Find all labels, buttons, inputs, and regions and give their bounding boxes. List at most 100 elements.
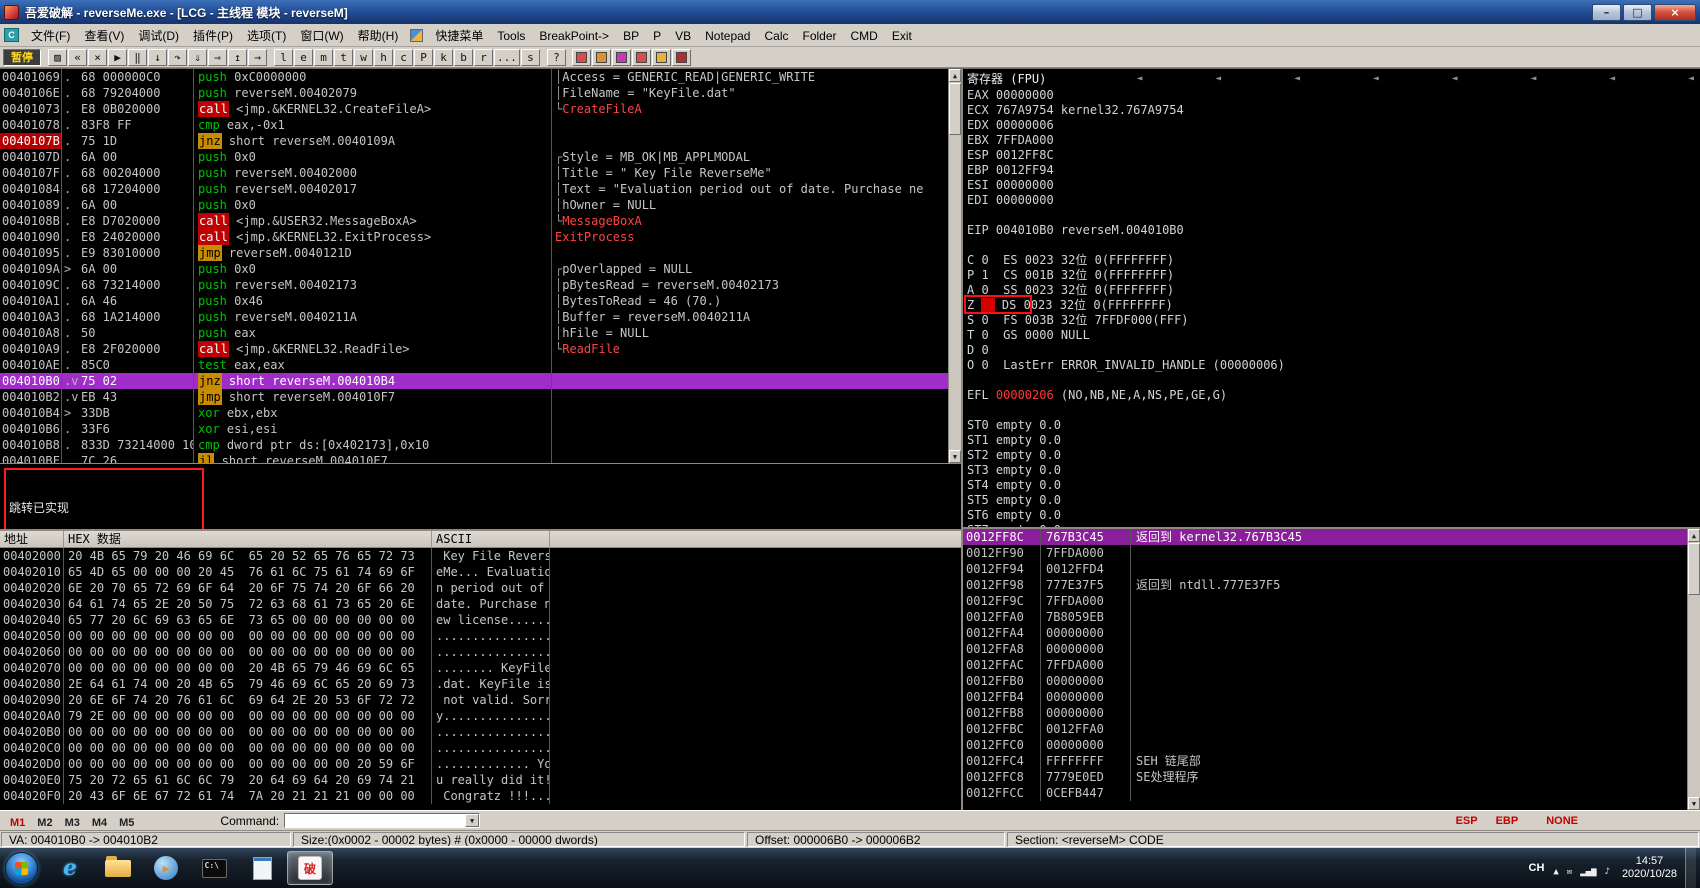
taskbar-app-text-editor[interactable]	[239, 851, 285, 885]
register-line[interactable]: ST1 empty 0.0	[967, 433, 1700, 448]
register-line[interactable]: ST5 empty 0.0	[967, 493, 1700, 508]
disasm-row[interactable]: 004010A3.68 1A214000push reverseM.004021…	[0, 309, 948, 325]
menu-item[interactable]: CMD	[844, 27, 885, 45]
dump-row[interactable]: 0040207000 00 00 00 00 00 00 00 20 4B 65…	[0, 660, 961, 676]
dump-row[interactable]: 004020D000 00 00 00 00 00 00 00 00 00 00…	[0, 756, 961, 772]
memory-tab-m5[interactable]: M5	[113, 817, 140, 829]
memory-tab-m2[interactable]: M2	[31, 817, 58, 829]
menu-item[interactable]: Tools	[490, 27, 532, 45]
stack-row[interactable]: 0012FFC4FFFFFFFFSEH 链尾部	[963, 753, 1687, 769]
dump-header-address[interactable]: 地址	[0, 531, 64, 547]
dump-row[interactable]: 0040206000 00 00 00 00 00 00 00 00 00 00…	[0, 644, 961, 660]
menu-item[interactable]: 插件(P)	[186, 25, 240, 46]
register-line[interactable]: ST0 empty 0.0	[967, 418, 1700, 433]
stack-row[interactable]: 0012FFCC0CEFB447	[963, 785, 1687, 801]
scroll-up-icon[interactable]: ▲	[1688, 529, 1700, 542]
stack-row[interactable]: 0012FFB000000000	[963, 673, 1687, 689]
dump-row[interactable]: 0040205000 00 00 00 00 00 00 00 00 00 00…	[0, 628, 961, 644]
menu-item[interactable]: Folder	[796, 27, 844, 45]
stack-row[interactable]: 0012FFAC7FFDA000	[963, 657, 1687, 673]
register-line[interactable]: ESP 0012FF8C	[967, 148, 1700, 163]
stack-row[interactable]: 0012FFBC0012FFA0	[963, 721, 1687, 737]
toolbar-plugin-button-1[interactable]	[572, 49, 591, 66]
menu-item[interactable]: 快捷菜单	[428, 25, 490, 46]
disasm-row[interactable]: 004010A9.E8 2F020000call <jmp.&KERNEL32.…	[0, 341, 948, 357]
toolbar-window-button-c[interactable]: c	[394, 49, 413, 66]
register-line[interactable]: A 0 SS 0023 32位 0(FFFFFFFF)	[967, 283, 1700, 298]
menu-item[interactable]: Calc	[757, 27, 795, 45]
register-line[interactable]: ST6 empty 0.0	[967, 508, 1700, 523]
toolbar-plugin-button-3[interactable]	[612, 49, 631, 66]
toolbar-run-button[interactable]: ▶	[108, 49, 127, 66]
toolbar-plugin-button-5[interactable]	[652, 49, 671, 66]
dump-row[interactable]: 0040201065 4D 65 00 00 00 20 45 76 61 6C…	[0, 564, 961, 580]
close-button[interactable]: ×	[1654, 4, 1696, 21]
start-button[interactable]	[5, 852, 38, 885]
stack-row[interactable]: 0012FFA800000000	[963, 641, 1687, 657]
toolbar-plugin-button-6[interactable]	[672, 49, 691, 66]
disasm-row[interactable]: 004010B0.v75 02jnz short reverseM.004010…	[0, 373, 948, 389]
toolbar-window-button-m[interactable]: m	[314, 49, 333, 66]
dump-row[interactable]: 004020802E 64 61 74 00 20 4B 65 79 46 69…	[0, 676, 961, 692]
toolbar-window-button-s[interactable]: s	[521, 49, 540, 66]
dump-row[interactable]: 004020206E 20 70 65 72 69 6F 64 20 6F 75…	[0, 580, 961, 596]
menu-item[interactable]: BreakPoint->	[532, 27, 616, 45]
disasm-row[interactable]: 0040107F.68 00204000push reverseM.004020…	[0, 165, 948, 181]
toolbar-animate-into-button[interactable]: ⇓	[188, 49, 207, 66]
stack-row[interactable]: 0012FF8C767B3C45返回到 kernel32.767B3C45	[963, 529, 1687, 545]
register-line[interactable]: T 0 GS 0000 NULL	[967, 328, 1700, 343]
stack-row[interactable]: 0012FFA400000000	[963, 625, 1687, 641]
disasm-row[interactable]: 0040109A>6A 00push 0x0┌pOverlapped = NUL…	[0, 261, 948, 277]
register-line[interactable]	[967, 208, 1700, 223]
memory-tab-m1[interactable]: M1	[4, 817, 31, 829]
disasm-row[interactable]: 004010A1.6A 46push 0x46│BytesToRead = 46…	[0, 293, 948, 309]
menu-item[interactable]: P	[646, 27, 668, 45]
register-line[interactable]	[967, 238, 1700, 253]
toolbar-plugin-button-2[interactable]	[592, 49, 611, 66]
language-indicator[interactable]: CH	[1524, 862, 1550, 874]
dump-row[interactable]: 0040204065 77 20 6C 69 63 65 6E 73 65 00…	[0, 612, 961, 628]
register-line[interactable]: P 1 CS 001B 32位 0(FFFFFFFF)	[967, 268, 1700, 283]
toolbar-window-button-e[interactable]: e	[294, 49, 313, 66]
taskbar-app-ollydbg-lcg[interactable]: 破	[287, 851, 333, 885]
disasm-row[interactable]: 00401084.68 17204000push reverseM.004020…	[0, 181, 948, 197]
help-button[interactable]: ?	[547, 49, 566, 66]
action-center-icon[interactable]: ✉	[1567, 867, 1572, 877]
scroll-thumb[interactable]	[949, 83, 961, 135]
toolbar-open-file-button[interactable]: ▨	[48, 49, 67, 66]
register-line[interactable]: ST2 empty 0.0	[967, 448, 1700, 463]
toolbar-execute-till-return-button[interactable]: ↥	[228, 49, 247, 66]
disasm-row[interactable]: 00401078.83F8 FFcmp eax,-0x1	[0, 117, 948, 133]
taskbar-app-media-player[interactable]: ▶	[143, 851, 189, 885]
toolbar-window-button-k[interactable]: k	[434, 49, 453, 66]
register-line[interactable]: EDX 00000006	[967, 118, 1700, 133]
disasm-row[interactable]: 004010B2.vEB 43jmp short reverseM.004010…	[0, 389, 948, 405]
register-line[interactable]: EIP 004010B0 reverseM.004010B0	[967, 223, 1700, 238]
toolbar-window-button-t[interactable]: t	[334, 49, 353, 66]
disasm-row[interactable]: 0040106E.68 79204000push reverseM.004020…	[0, 85, 948, 101]
register-line[interactable]: ST4 empty 0.0	[967, 478, 1700, 493]
disasm-row[interactable]: 004010B6.33F6xor esi,esi	[0, 421, 948, 437]
scroll-down-icon[interactable]: ▼	[949, 450, 961, 463]
stack-row[interactable]: 0012FF98777E37F5返回到 ntdll.777E37F5	[963, 577, 1687, 593]
register-line[interactable]: O 0 LastErr ERROR_INVALID_HANDLE (000000…	[967, 358, 1700, 373]
dump-row[interactable]: 004020E075 20 72 65 61 6C 6C 79 20 64 69…	[0, 772, 961, 788]
dump-row[interactable]: 004020C000 00 00 00 00 00 00 00 00 00 00…	[0, 740, 961, 756]
disasm-row[interactable]: 0040108B.E8 D7020000call <jmp.&USER32.Me…	[0, 213, 948, 229]
dump-header-ascii[interactable]: ASCII	[432, 531, 550, 547]
show-desktop-button[interactable]	[1685, 848, 1696, 888]
hidden-icons-icon[interactable]: ▲	[1553, 867, 1558, 877]
register-line[interactable]: ST3 empty 0.0	[967, 463, 1700, 478]
taskbar-app-command-prompt[interactable]: C:\	[191, 851, 237, 885]
network-icon[interactable]: ▂▄▆	[1580, 867, 1596, 877]
toolbar-window-button-P[interactable]: P	[414, 49, 433, 66]
menu-item[interactable]: 选项(T)	[240, 25, 293, 46]
stack-row[interactable]: 0012FFA07B8059EB	[963, 609, 1687, 625]
stack-row[interactable]: 0012FF907FFDA000	[963, 545, 1687, 561]
menu-item[interactable]: 帮助(H)	[351, 25, 406, 46]
volume-icon[interactable]: ♪	[1605, 867, 1610, 877]
register-line[interactable]: D 0	[967, 343, 1700, 358]
toolbar-window-button-r[interactable]: r	[474, 49, 493, 66]
menu-item[interactable]: Exit	[885, 27, 919, 45]
disasm-row[interactable]: 0040107D.6A 00push 0x0┌Style = MB_OK|MB_…	[0, 149, 948, 165]
